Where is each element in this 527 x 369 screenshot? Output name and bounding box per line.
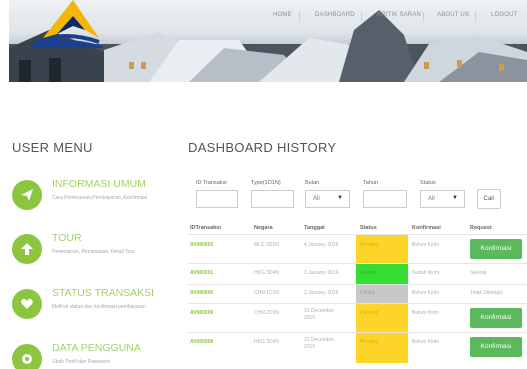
status-cell-bg xyxy=(356,235,408,263)
menu-item-informasi-umum[interactable]: INFORMASI UMUM Cara Pemesanan,Pembayaran… xyxy=(12,178,172,218)
status-badge: Pending xyxy=(360,310,379,316)
menu-item-title: STATUS TRANSAKSI xyxy=(52,287,155,299)
menu-item-title: TOUR xyxy=(52,232,82,244)
header-banner: HOME DASHBOARD KRITIK SARAN ABOUT US LOG… xyxy=(9,0,527,82)
konfirmasi-button[interactable]: Konfirmasi xyxy=(470,308,522,328)
status-cell-bg xyxy=(356,304,408,332)
menu-item-tour[interactable]: TOUR Pemesanan, Pemesanan, Detail Tour xyxy=(12,232,172,272)
table-row-negara: MLD 3D1N xyxy=(254,242,279,248)
filter-status-value: All xyxy=(428,196,435,202)
table-row-request: Tidak Diketujui xyxy=(470,290,503,296)
konfirmasi-button[interactable]: Konfirmasi xyxy=(470,239,522,259)
table-row-id[interactable]: AV000002 xyxy=(190,242,213,249)
table-row-tanggal: 2 January 2016 xyxy=(304,290,339,296)
table-row-tanggal: 4 January 2016 xyxy=(304,242,339,248)
menu-item-description: Pemesanan, Pemesanan, Detail Tour xyxy=(52,249,135,255)
filter-id-input[interactable] xyxy=(196,190,238,208)
filter-type-input[interactable] xyxy=(251,190,294,208)
nav-divider xyxy=(361,12,362,21)
table-row-negara: CHN 1D1N xyxy=(254,290,280,296)
filter-status-select[interactable]: All ▼ xyxy=(420,190,465,208)
user-menu-title: USER MENU xyxy=(12,140,93,155)
table-row-id[interactable]: AV000009 xyxy=(190,310,213,317)
nav-divider xyxy=(423,12,424,21)
nav-home[interactable]: HOME xyxy=(273,12,292,18)
caret-down-icon: ▼ xyxy=(337,195,343,201)
column-header: IDTransaksi xyxy=(190,225,221,231)
filter-label-status: Status xyxy=(420,180,436,186)
heart-icon xyxy=(12,289,42,319)
menu-item-description: Cara Pemesanan,Pembayaran, Konfirmasi xyxy=(52,195,148,201)
table-row-konfirmasi: Sudah Kirim xyxy=(412,270,440,276)
menu-item-title: DATA PENGGUNA xyxy=(52,342,141,354)
send-icon xyxy=(12,180,42,210)
table-row-tanggal: 31 December 2015 xyxy=(304,337,335,350)
nav-kritik-saran[interactable]: KRITIK SARAN xyxy=(377,12,421,18)
table-row-negara: HKG 3D4N xyxy=(254,339,280,345)
column-header: Negara xyxy=(254,225,273,231)
nav-divider xyxy=(475,12,476,21)
table-row-id[interactable]: AV000001 xyxy=(190,270,213,277)
table-row-negara: HKG 3D4N xyxy=(254,270,280,276)
table-row-konfirmasi: Belum Kirim xyxy=(412,339,439,345)
table-row-tanggal: 31 December 2015 xyxy=(304,308,335,321)
status-cell-bg xyxy=(356,333,408,363)
column-header: Request xyxy=(470,225,492,231)
status-badge: Pending xyxy=(360,339,379,345)
table-row-request: Selesai xyxy=(470,270,487,276)
nav-dashboard[interactable]: DASHBOARD xyxy=(315,12,355,18)
table-row-tanggal: 2 January 2016 xyxy=(304,270,339,276)
menu-item-status-transaksi[interactable]: STATUS TRANSAKSI Melihat status dan konf… xyxy=(12,287,172,327)
nav-logout[interactable]: LOGOUT xyxy=(491,12,518,18)
column-header: Status xyxy=(360,225,377,231)
arrow-up-icon xyxy=(12,234,42,264)
status-badge: Sukses xyxy=(360,270,377,276)
status-badge: Pending xyxy=(360,242,379,248)
konfirmasi-button[interactable]: Konfirmasi xyxy=(470,337,522,357)
gear-icon xyxy=(12,344,42,369)
table-row-konfirmasi: Belum Kirim xyxy=(412,290,439,296)
filter-tahun-input[interactable] xyxy=(363,190,407,208)
nav-divider xyxy=(299,12,300,21)
nav-about-us[interactable]: ABOUT US xyxy=(437,12,469,18)
filter-label-type: Type(1D1N) xyxy=(251,180,281,186)
menu-item-description: Melihat status dan konfirmasi pembayaran xyxy=(52,304,146,310)
filter-label-bulan: Bulan xyxy=(305,180,320,186)
table-row-konfirmasi: Belum Kirim xyxy=(412,242,439,248)
dashboard-title: DASHBOARD HISTORY xyxy=(188,140,337,155)
filter-label-id: ID Transaksi xyxy=(196,180,227,186)
table-row-negara: CHN 2D3N xyxy=(254,310,280,316)
filter-bulan-select[interactable]: All ▼ xyxy=(305,190,350,208)
caret-down-icon: ▼ xyxy=(452,195,458,201)
filter-label-tahun: Tahun xyxy=(363,180,378,186)
column-header: Tanggal xyxy=(304,225,325,231)
table-row-konfirmasi: Belum Kirim xyxy=(412,310,439,316)
status-badge: Ditolak xyxy=(360,290,376,296)
search-button[interactable]: Cari xyxy=(477,189,501,209)
table-row-id[interactable]: AV000008 xyxy=(190,339,213,346)
table-row-id[interactable]: AV000000 xyxy=(190,290,213,297)
filter-bulan-value: All xyxy=(313,196,320,202)
menu-item-description: Ubah Profil dan Password xyxy=(52,359,110,365)
menu-item-data-pengguna[interactable]: DATA PENGGUNA Ubah Profil dan Password xyxy=(12,342,172,369)
top-navigation: HOME DASHBOARD KRITIK SARAN ABOUT US LOG… xyxy=(9,12,527,26)
menu-item-title: INFORMASI UMUM xyxy=(52,178,146,190)
column-header: Konfirmasi xyxy=(412,225,441,231)
